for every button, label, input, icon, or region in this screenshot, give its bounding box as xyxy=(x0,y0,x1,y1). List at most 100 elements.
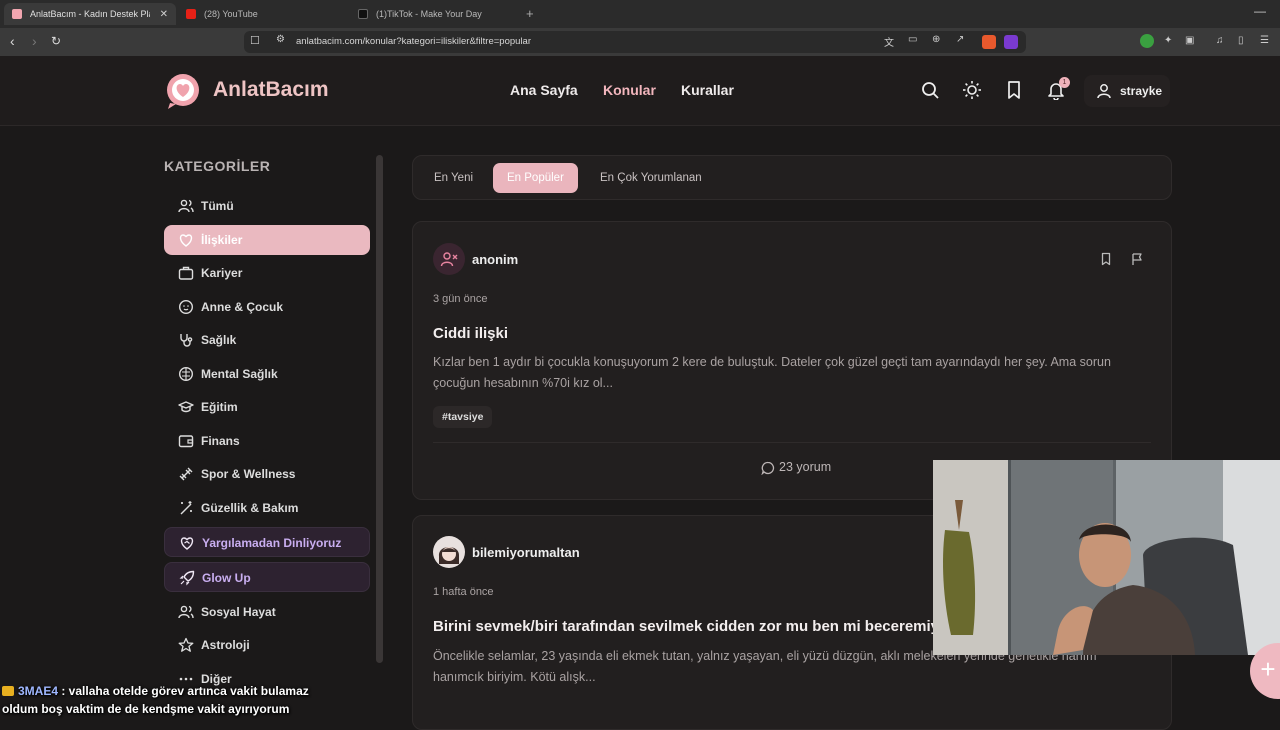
sidebar-item-sport-wellness[interactable]: Spor & Wellness xyxy=(164,459,370,489)
site-info-icon[interactable]: ⚙ xyxy=(276,34,285,45)
address-bar[interactable]: ☐ ⚙ anlatbacim.com/konular?kategori=ilis… xyxy=(244,31,1026,53)
sidebar-item-all[interactable]: Tümü xyxy=(164,191,370,221)
post-title[interactable]: Ciddi ilişki xyxy=(433,325,508,342)
sidebar-item-education[interactable]: Eğitim xyxy=(164,392,370,422)
nav-home[interactable]: Ana Sayfa xyxy=(510,82,578,98)
tab-label: AnlatBacım - Kadın Destek Platfo xyxy=(29,9,150,19)
user-menu-button[interactable]: strayke xyxy=(1084,75,1170,107)
search-icon[interactable] xyxy=(920,80,940,100)
extensions-puzzle-icon[interactable]: ✦ xyxy=(1164,35,1172,46)
sidebar-scrollbar[interactable] xyxy=(376,155,383,663)
browser-tab-anlatbacim[interactable]: AnlatBacım - Kadın Destek Platfo ✕ xyxy=(4,3,176,25)
translate-icon[interactable]: 文 xyxy=(884,34,894,49)
post-time: 1 hafta önce xyxy=(433,586,494,598)
heart-icon xyxy=(179,234,193,247)
browser-toolbar: ‹ › ↻ ☐ ⚙ anlatbacim.com/konular?kategor… xyxy=(0,28,1280,56)
zoom-icon[interactable]: ⊕ xyxy=(932,34,940,45)
flag-icon[interactable] xyxy=(1130,252,1144,266)
tab-most-commented[interactable]: En Çok Yorumlanan xyxy=(586,163,716,193)
sidebar-item-mental-health[interactable]: Mental Sağlık xyxy=(164,359,370,389)
nav-topics[interactable]: Konular xyxy=(603,82,656,98)
stethoscope-icon xyxy=(180,334,193,347)
share-icon[interactable]: ↗ xyxy=(956,34,964,45)
post-time: 3 gün önce xyxy=(433,293,488,305)
users-icon xyxy=(178,605,194,619)
rocket-icon xyxy=(179,570,195,586)
tiktok-favicon-icon xyxy=(358,9,368,19)
star-icon xyxy=(178,637,194,652)
brave-shield-icon[interactable] xyxy=(982,35,996,49)
bookmark-page-icon[interactable]: ☐ xyxy=(250,34,260,47)
sidebar-item-label: Finans xyxy=(201,434,240,448)
browser-tab-strip: AnlatBacım - Kadın Destek Platfo ✕ (28) … xyxy=(0,0,1280,28)
sidebar-item-finance[interactable]: Finans xyxy=(164,426,370,456)
theme-sun-icon[interactable] xyxy=(962,80,982,100)
sidebar-item-social-life[interactable]: Sosyal Hayat xyxy=(164,597,370,627)
reload-icon[interactable]: ↻ xyxy=(51,34,61,48)
sidebar-item-astrology[interactable]: Astroloji xyxy=(164,630,370,660)
sidebar-item-label: Güzellik & Bakım xyxy=(201,501,299,515)
logo-chat-heart-icon[interactable] xyxy=(164,73,202,109)
user-x-icon xyxy=(440,252,458,267)
bookmark-icon[interactable] xyxy=(1099,252,1113,266)
post-card[interactable]: anonim 3 gün önce Ciddi ilişki Kızlar be… xyxy=(412,221,1172,500)
post-tag[interactable]: #tavsiye xyxy=(433,406,493,428)
sidebar-item-listening-without-judgment[interactable]: Yargılamadan Dinliyoruz xyxy=(164,527,370,557)
close-tab-icon[interactable]: ✕ xyxy=(160,9,168,20)
new-tab-icon[interactable]: + xyxy=(526,6,534,21)
sidebar-item-label: Anne & Çocuk xyxy=(201,300,284,314)
sparkles-icon xyxy=(180,501,192,515)
forward-icon[interactable]: › xyxy=(32,33,37,49)
baby-icon xyxy=(178,299,194,315)
briefcase-icon xyxy=(178,266,194,280)
sidebar-item-relationships[interactable]: İlişkiler xyxy=(164,225,370,255)
sidebar-item-beauty-care[interactable]: Güzellik & Bakım xyxy=(164,493,370,523)
browser-tab-tiktok[interactable]: (1)TikTok - Make Your Day xyxy=(350,3,522,25)
window-minimize-icon[interactable]: — xyxy=(1254,4,1266,18)
anlatbacim-favicon-icon xyxy=(12,9,22,19)
sidebar-item-label: Mental Sağlık xyxy=(201,367,278,381)
heart-handshake-icon xyxy=(180,537,194,550)
cast-icon[interactable]: ▭ xyxy=(908,34,917,45)
youtube-favicon-icon xyxy=(186,9,196,19)
browser-tab-youtube[interactable]: (28) YouTube xyxy=(178,3,348,25)
brave-rewards-icon[interactable] xyxy=(1004,35,1018,49)
sidebar-item-mother-child[interactable]: Anne & Çocuk xyxy=(164,292,370,322)
sidebar-item-label: Spor & Wellness xyxy=(201,467,296,481)
url-text: anlatbacim.com/konular?kategori=iliskile… xyxy=(296,36,531,47)
sidebar-item-label: Glow Up xyxy=(202,571,251,585)
sidebar-item-career[interactable]: Kariyer xyxy=(164,258,370,288)
post-author[interactable]: bilemiyorumaltan xyxy=(472,545,580,560)
sidebar-item-label: İlişkiler xyxy=(201,233,243,247)
media-icon[interactable]: ♫ xyxy=(1216,35,1224,46)
tab-most-popular[interactable]: En Popüler xyxy=(493,163,578,193)
post-title[interactable]: Birini sevmek/biri tarafından sevilmek c… xyxy=(433,618,977,635)
sidebar-item-label: Kariyer xyxy=(201,266,243,280)
logo-text[interactable]: AnlatBacım xyxy=(213,78,329,102)
menu-icon[interactable]: ☰ xyxy=(1260,35,1269,46)
extension-icon[interactable] xyxy=(1140,34,1154,48)
categories-title: KATEGORİLER xyxy=(164,158,271,174)
comment-icon xyxy=(761,461,775,475)
graduation-cap-icon xyxy=(178,401,194,413)
back-icon[interactable]: ‹ xyxy=(10,33,15,49)
filter-tabs: En Yeni En Popüler En Çok Yorumlanan xyxy=(412,155,1172,200)
screenshot-icon[interactable]: ▣ xyxy=(1185,35,1194,46)
user-icon xyxy=(1097,84,1111,99)
sidebar-item-glow-up[interactable]: Glow Up xyxy=(164,562,370,592)
comment-count: 23 yorum xyxy=(779,460,832,474)
webcam-overlay xyxy=(933,460,1280,655)
wallet-icon xyxy=(178,435,194,448)
sidebar-item-label: Astroloji xyxy=(201,638,250,652)
post-author[interactable]: anonim xyxy=(472,252,518,267)
chat-username: 3MAE4 xyxy=(18,684,59,698)
bookmark-icon[interactable] xyxy=(1004,80,1024,100)
chat-text-line-1: : vallaha otelde görev artınca vakit bul… xyxy=(58,684,309,698)
tab-newest[interactable]: En Yeni xyxy=(420,163,487,193)
webcam-feed-image xyxy=(933,460,1280,655)
sidebar-toggle-icon[interactable]: ▯ xyxy=(1238,35,1244,46)
chat-text-line-2: oldum boş vaktim de de kendşme vakit ayı… xyxy=(2,702,290,716)
stream-chat-message: 3MAE4 : vallaha otelde görev artınca vak… xyxy=(2,682,309,718)
sidebar-item-health[interactable]: Sağlık xyxy=(164,325,370,355)
nav-rules[interactable]: Kurallar xyxy=(681,82,734,98)
